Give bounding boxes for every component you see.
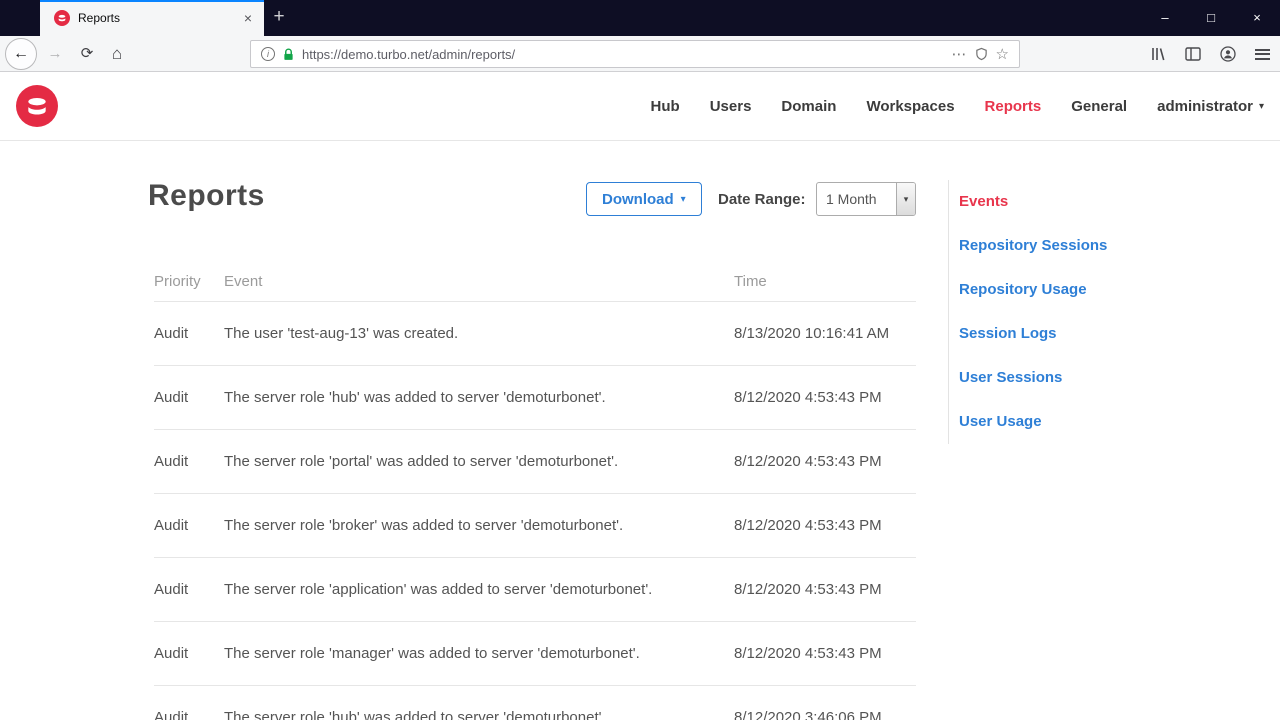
nav-item-users[interactable]: Users bbox=[710, 98, 752, 115]
url-text[interactable]: https://demo.turbo.net/admin/reports/ bbox=[302, 47, 944, 62]
toolbar-right-icons bbox=[1151, 36, 1270, 72]
page-title: Reports bbox=[148, 179, 265, 212]
cell-event: The server role 'manager' was added to s… bbox=[224, 645, 640, 662]
nav-item-hub[interactable]: Hub bbox=[651, 98, 680, 115]
column-header-time: Time bbox=[734, 273, 767, 290]
report-nav: Events Repository Sessions Repository Usag… bbox=[948, 180, 1264, 444]
library-icon[interactable] bbox=[1151, 47, 1166, 61]
turbo-logo[interactable] bbox=[16, 85, 58, 127]
browser-toolbar: ← → ⟳ ⌂ i https://demo.turbo.net/admin/r… bbox=[0, 36, 1280, 72]
cell-time: 8/12/2020 4:53:43 PM bbox=[734, 645, 882, 662]
report-link-user-sessions[interactable]: User Sessions bbox=[959, 356, 1264, 400]
table-row: Audit The server role 'broker' was added… bbox=[154, 494, 916, 558]
table-row: Audit The server role 'application' was … bbox=[154, 558, 916, 622]
table-row: Audit The server role 'portal' was added… bbox=[154, 430, 916, 494]
nav-item-reports[interactable]: Reports bbox=[985, 98, 1042, 115]
cell-event: The server role 'broker' was added to se… bbox=[224, 517, 624, 534]
events-table: Priority Event Time Audit The user 'test… bbox=[148, 262, 916, 720]
top-nav-items: Hub Users Domain Workspaces Reports General bbox=[651, 98, 1128, 115]
lock-icon bbox=[283, 48, 294, 61]
window-controls: – □ × bbox=[1142, 0, 1280, 36]
menu-icon[interactable] bbox=[1255, 48, 1270, 60]
address-bar[interactable]: i https://demo.turbo.net/admin/reports/ … bbox=[250, 40, 1020, 68]
tab-title: Reports bbox=[78, 11, 121, 25]
date-range-label: Date Range: bbox=[718, 191, 806, 208]
cell-priority: Audit bbox=[154, 389, 189, 406]
table-row: Audit The server role 'hub' was added to… bbox=[154, 686, 916, 720]
minimize-button[interactable]: – bbox=[1142, 0, 1188, 36]
sidebar-toggle-icon[interactable] bbox=[1185, 47, 1201, 61]
tracking-protection-icon[interactable] bbox=[975, 47, 988, 61]
cell-priority: Audit bbox=[154, 325, 189, 342]
download-button-label: Download bbox=[602, 190, 674, 208]
user-menu-label: administrator bbox=[1157, 97, 1253, 115]
home-button[interactable]: ⌂ bbox=[104, 36, 130, 72]
cell-time: 8/13/2020 10:16:41 AM bbox=[734, 325, 890, 342]
report-link-repository-sessions[interactable]: Repository Sessions bbox=[959, 224, 1264, 268]
cell-priority: Audit bbox=[154, 645, 189, 662]
column-header-priority: Priority bbox=[154, 273, 201, 290]
cell-event: The user 'test-aug-13' was created. bbox=[224, 325, 459, 342]
cell-event: The server role 'application' was added … bbox=[224, 581, 653, 598]
page-actions-icon[interactable]: ⋯ bbox=[952, 47, 967, 62]
back-button[interactable]: ← bbox=[5, 38, 37, 70]
table-row: Audit The server role 'manager' was adde… bbox=[154, 622, 916, 686]
browser-tab-reports[interactable]: Reports × bbox=[40, 0, 264, 36]
reload-button[interactable]: ⟳ bbox=[74, 36, 100, 72]
cell-time: 8/12/2020 4:53:43 PM bbox=[734, 453, 882, 470]
page-content: Reports Download ▾ Date Range: 1 Month ▾… bbox=[0, 141, 1280, 720]
table-row: Audit The server role 'hub' was added to… bbox=[154, 366, 916, 430]
bookmark-star-icon[interactable]: ☆ bbox=[996, 47, 1009, 62]
site-header: Hub Users Domain Workspaces Reports General a… bbox=[0, 72, 1280, 141]
info-icon[interactable]: i bbox=[261, 47, 275, 61]
nav-item-workspaces[interactable]: Workspaces bbox=[866, 98, 954, 115]
browser-titlebar: Reports × + – □ × bbox=[0, 0, 1280, 36]
cell-time: 8/12/2020 4:53:43 PM bbox=[734, 517, 882, 534]
cell-priority: Audit bbox=[154, 709, 189, 720]
column-header-event: Event bbox=[224, 273, 263, 290]
nav-item-general[interactable]: General bbox=[1071, 98, 1127, 115]
events-table-body: Audit The user 'test-aug-13' was created… bbox=[154, 302, 916, 720]
cell-event: The server role 'portal' was added to se… bbox=[224, 453, 619, 470]
cell-event: The server role 'hub' was added to serve… bbox=[224, 709, 606, 720]
report-link-user-usage[interactable]: User Usage bbox=[959, 400, 1264, 444]
download-button[interactable]: Download ▾ bbox=[586, 182, 702, 216]
cell-event: The server role 'hub' was added to serve… bbox=[224, 389, 606, 406]
maximize-button[interactable]: □ bbox=[1188, 0, 1234, 36]
cell-time: 8/12/2020 4:53:43 PM bbox=[734, 581, 882, 598]
cell-priority: Audit bbox=[154, 581, 189, 598]
table-row: Audit The user 'test-aug-13' was created… bbox=[154, 302, 916, 366]
close-button[interactable]: × bbox=[1234, 0, 1280, 36]
cell-time: 8/12/2020 3:46:06 PM bbox=[734, 709, 882, 720]
turbo-favicon-icon bbox=[54, 10, 70, 26]
forward-button[interactable]: → bbox=[42, 36, 68, 72]
user-menu[interactable]: administrator ▾ bbox=[1157, 98, 1264, 115]
report-link-repository-usage[interactable]: Repository Usage bbox=[959, 268, 1264, 312]
report-link-session-logs[interactable]: Session Logs bbox=[959, 312, 1264, 356]
report-link-events[interactable]: Events bbox=[959, 180, 1264, 224]
date-range-value: 1 Month bbox=[826, 191, 877, 207]
account-icon[interactable] bbox=[1220, 46, 1236, 62]
new-tab-button[interactable]: + bbox=[264, 0, 294, 36]
cell-priority: Audit bbox=[154, 453, 189, 470]
select-caret-icon: ▾ bbox=[896, 183, 915, 215]
nav-item-domain[interactable]: Domain bbox=[781, 98, 836, 115]
cell-priority: Audit bbox=[154, 517, 189, 534]
top-nav: Hub Users Domain Workspaces Reports General a… bbox=[651, 72, 1264, 140]
caret-down-icon: ▾ bbox=[680, 193, 686, 205]
events-table-header: Priority Event Time bbox=[154, 262, 916, 302]
caret-down-icon: ▾ bbox=[1258, 100, 1264, 112]
date-range-select[interactable]: 1 Month ▾ bbox=[816, 182, 916, 216]
tab-close-icon[interactable]: × bbox=[240, 10, 256, 26]
cell-time: 8/12/2020 4:53:43 PM bbox=[734, 389, 882, 406]
